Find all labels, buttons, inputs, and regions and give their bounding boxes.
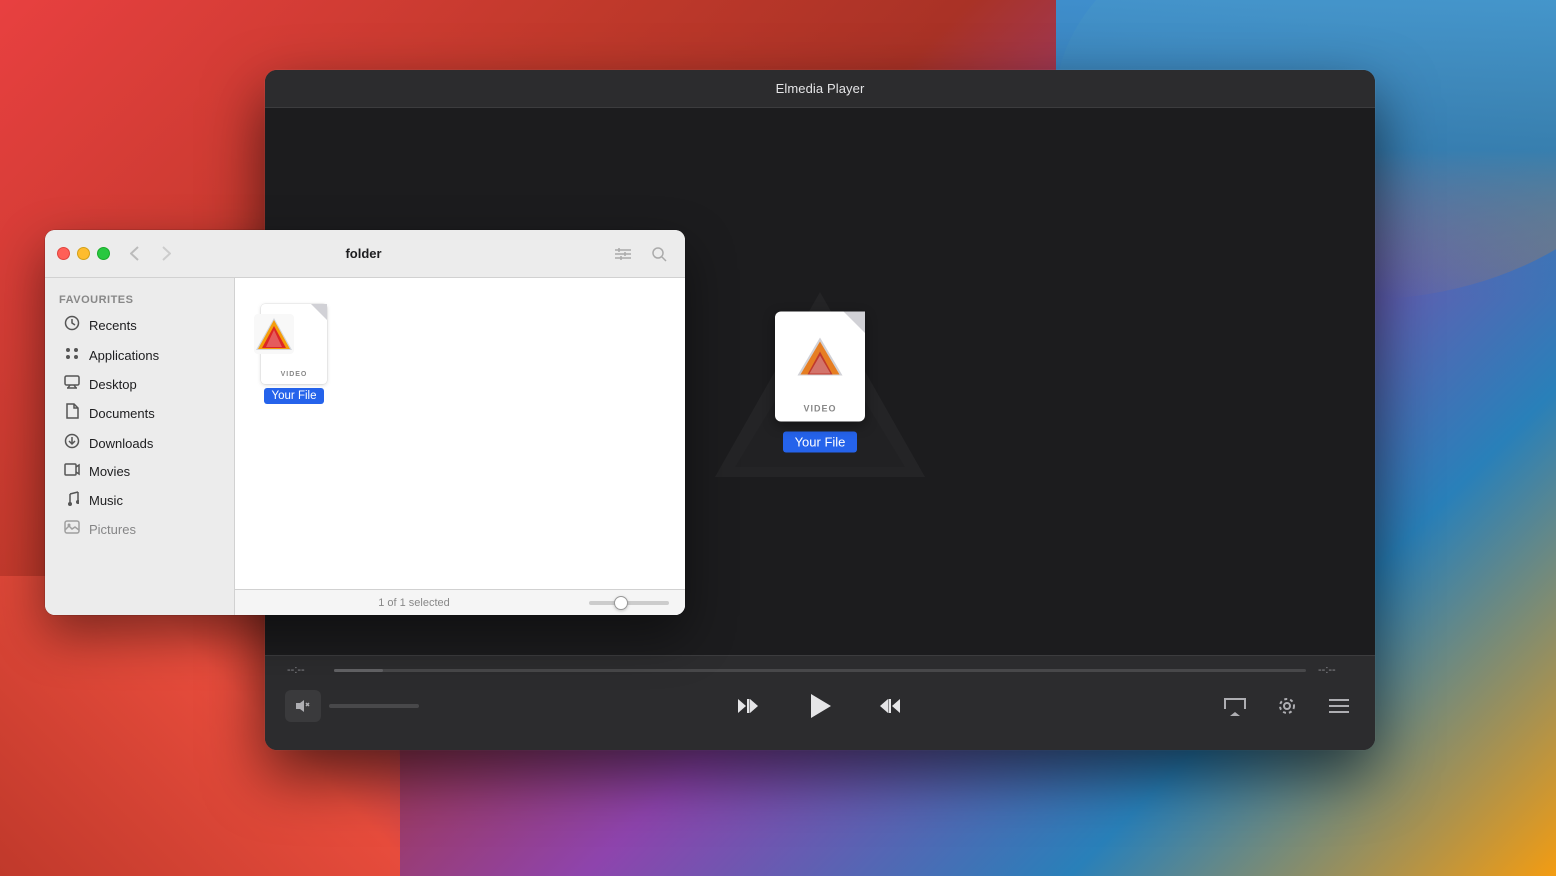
file-video-badge: VIDEO bbox=[281, 371, 308, 378]
player-file-card: VIDEO bbox=[775, 311, 865, 421]
finder-title: folder bbox=[126, 246, 601, 261]
minimize-button[interactable] bbox=[77, 247, 90, 260]
airplay-button[interactable] bbox=[1219, 690, 1251, 722]
volume-slider[interactable] bbox=[329, 704, 419, 708]
sidebar-label-desktop: Desktop bbox=[89, 377, 137, 392]
finder-actions bbox=[609, 240, 673, 268]
playlist-button[interactable] bbox=[1323, 690, 1355, 722]
time-end: --:-- bbox=[1318, 664, 1353, 676]
sidebar-label-documents: Documents bbox=[89, 406, 155, 421]
sidebar-label-downloads: Downloads bbox=[89, 436, 153, 451]
traffic-lights bbox=[57, 247, 110, 260]
player-file-label: Your File bbox=[783, 431, 858, 452]
file-item[interactable]: VIDEO Your File bbox=[255, 298, 333, 410]
sidebar-label-pictures: Pictures bbox=[89, 522, 136, 537]
sidebar-item-music[interactable]: Music bbox=[49, 485, 230, 515]
documents-icon bbox=[63, 403, 81, 423]
search-button[interactable] bbox=[645, 240, 673, 268]
slider-thumb bbox=[614, 596, 628, 610]
sidebar-label-recents: Recents bbox=[89, 318, 137, 333]
controls-row bbox=[285, 686, 1355, 726]
play-button[interactable] bbox=[799, 686, 839, 726]
view-options-button[interactable] bbox=[609, 240, 637, 268]
player-titlebar: Elmedia Player bbox=[265, 70, 1375, 108]
sidebar-item-downloads[interactable]: Downloads bbox=[49, 428, 230, 458]
next-button[interactable] bbox=[871, 686, 911, 726]
sidebar-label-applications: Applications bbox=[89, 348, 159, 363]
progress-track[interactable] bbox=[334, 669, 1306, 672]
sidebar-item-applications[interactable]: Applications bbox=[49, 340, 230, 370]
file-card: VIDEO bbox=[261, 304, 327, 384]
applications-icon bbox=[63, 345, 81, 365]
progress-fill bbox=[334, 669, 383, 672]
recents-icon bbox=[63, 315, 81, 335]
playback-group bbox=[727, 686, 911, 726]
volume-icon bbox=[295, 699, 311, 713]
pictures-icon bbox=[63, 520, 81, 538]
player-video-badge: VIDEO bbox=[803, 403, 836, 413]
finder-main: VIDEO Your File 1 of 1 selected bbox=[235, 278, 685, 615]
icon-size-slider[interactable] bbox=[589, 601, 669, 605]
icon-size-slider-container bbox=[589, 601, 669, 605]
player-elmedia-logo bbox=[793, 329, 848, 384]
sidebar-label-music: Music bbox=[89, 493, 123, 508]
prev-button[interactable] bbox=[727, 686, 767, 726]
player-controls: --:-- --:-- bbox=[265, 655, 1375, 750]
player-file-icon: VIDEO Your File bbox=[775, 311, 865, 452]
downloads-icon bbox=[63, 433, 81, 453]
finder-body: Favourites Recents bbox=[45, 278, 685, 615]
volume-group bbox=[285, 690, 419, 722]
finder-content-area: VIDEO Your File bbox=[235, 278, 685, 589]
settings-button[interactable] bbox=[1271, 690, 1303, 722]
file-elmedia-logo-small bbox=[254, 314, 294, 354]
sidebar-section-favourites: Favourites bbox=[45, 288, 234, 310]
finder-sidebar: Favourites Recents bbox=[45, 278, 235, 615]
sidebar-item-recents[interactable]: Recents bbox=[49, 310, 230, 340]
maximize-button[interactable] bbox=[97, 247, 110, 260]
movies-icon bbox=[63, 463, 81, 480]
file-item-label: Your File bbox=[264, 388, 325, 404]
desktop-icon bbox=[63, 375, 81, 393]
sidebar-item-desktop[interactable]: Desktop bbox=[49, 370, 230, 398]
status-text: 1 of 1 selected bbox=[251, 597, 577, 609]
finder-titlebar: folder bbox=[45, 230, 685, 278]
right-controls bbox=[1219, 690, 1355, 722]
player-title: Elmedia Player bbox=[776, 81, 865, 96]
music-icon bbox=[63, 490, 81, 510]
progress-bar-area: --:-- --:-- bbox=[285, 664, 1355, 676]
finder-status-bar: 1 of 1 selected bbox=[235, 589, 685, 615]
close-button[interactable] bbox=[57, 247, 70, 260]
volume-button[interactable] bbox=[285, 690, 321, 722]
sidebar-item-documents[interactable]: Documents bbox=[49, 398, 230, 428]
time-start: --:-- bbox=[287, 664, 322, 676]
sidebar-label-movies: Movies bbox=[89, 464, 130, 479]
finder-window: folder Favo bbox=[45, 230, 685, 615]
sidebar-item-pictures[interactable]: Pictures bbox=[49, 515, 230, 543]
sidebar-item-movies[interactable]: Movies bbox=[49, 458, 230, 485]
